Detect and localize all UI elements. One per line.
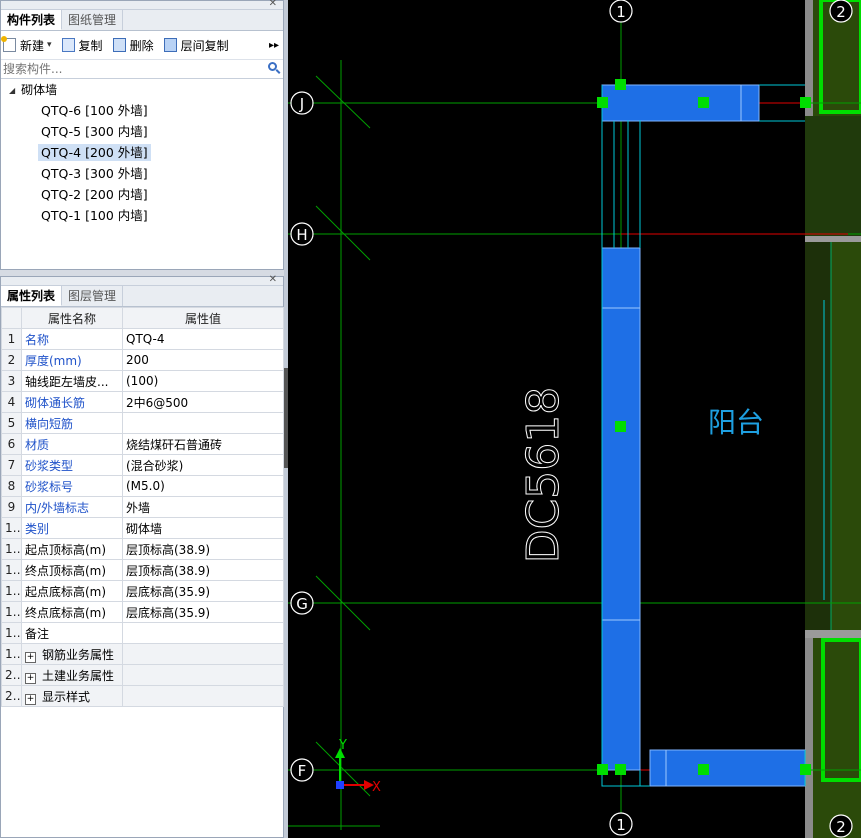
tree-item-qtq-3[interactable]: QTQ-3 [300 外墙] — [1, 163, 283, 184]
collapse-triangle-icon[interactable]: ◢ — [9, 81, 15, 100]
group-row-display-style[interactable]: 27 + 显示样式 — [1, 685, 284, 707]
tree-root-masonry-wall[interactable]: ◢ 砌体墙 — [1, 81, 283, 100]
property-value[interactable]: 烧结煤矸石普通砖 — [122, 433, 284, 455]
tree-item-qtq-4[interactable]: QTQ-4 [200 外墙] — [1, 142, 283, 163]
component-list-panel: ✕ 构件列表 图纸管理 新建 ▾ 复制 删除 层间复制 ▸▸ ◢ 砌体墙 — [0, 0, 284, 270]
room-label-balcony: 阳台 — [708, 406, 764, 439]
axis-label-1-bottom: 1 — [616, 816, 626, 834]
table-row[interactable]: 13 起点底标高(m) 层底标高(35.9) — [1, 580, 284, 602]
table-row[interactable]: 7 砂浆类型 (混合砂浆) — [1, 454, 284, 476]
axis-label-f: F — [298, 762, 307, 780]
new-icon — [1, 36, 16, 52]
property-value[interactable]: 外墙 — [122, 496, 284, 518]
floor-copy-icon — [163, 38, 177, 52]
toolbar-overflow-icon[interactable]: ▸▸ — [269, 40, 279, 51]
axis-label-g: G — [296, 595, 308, 613]
property-list-panel: ✕ 属性列表 图层管理 属性名称 属性值 1 名称 QTQ-4 2 厚度(mm) 200… — [0, 274, 284, 838]
copy-icon — [61, 38, 75, 52]
table-row[interactable]: 12 终点顶标高(m) 层顶标高(38.9) — [1, 559, 284, 581]
selected-wall-qtq-4[interactable] — [601, 84, 806, 787]
ucs-x-label: X — [372, 780, 381, 795]
tree-item-qtq-1[interactable]: QTQ-1 [100 内墙] — [1, 205, 283, 226]
tab-drawing-management[interactable]: 图纸管理 — [62, 10, 124, 30]
cad-svg: 1 1 J H G F 2 2 DC5618 阳台 Y X — [288, 0, 861, 838]
column-header-value: 属性值 — [122, 307, 284, 329]
property-value[interactable]: 层顶标高(38.9) — [122, 538, 284, 560]
property-value[interactable]: 200 — [122, 349, 284, 371]
ucs-y-label: Y — [338, 738, 347, 753]
component-panel-tabs: 构件列表 图纸管理 — [1, 10, 283, 31]
property-value[interactable]: 层底标高(35.9) — [122, 601, 284, 623]
close-icon[interactable]: ✕ — [269, 0, 277, 10]
property-value[interactable]: (100) — [122, 370, 284, 392]
tree-item-qtq-5[interactable]: QTQ-5 [300 内墙] — [1, 121, 283, 142]
close-icon[interactable]: ✕ — [269, 274, 277, 286]
tab-component-list[interactable]: 构件列表 — [1, 10, 63, 30]
property-value[interactable]: (M5.0) — [122, 475, 284, 497]
table-row[interactable]: 9 内/外墙标志 外墙 — [1, 496, 284, 518]
axis-label-h: H — [296, 226, 307, 244]
delete-icon — [112, 38, 126, 52]
cad-drawing-canvas[interactable]: 1 1 J H G F 2 2 DC5618 阳台 Y X — [288, 0, 861, 838]
delete-button[interactable]: 删除 — [112, 37, 154, 54]
axis-label-2-bottom: 2 — [836, 818, 846, 836]
component-toolbar: 新建 ▾ 复制 删除 层间复制 ▸▸ — [1, 31, 283, 60]
property-value[interactable]: 砌体墙 — [122, 517, 284, 539]
property-value[interactable]: 层顶标高(38.9) — [122, 559, 284, 581]
property-table: 属性名称 属性值 1 名称 QTQ-4 2 厚度(mm) 200 3 轴线距左墙皮...(… — [1, 307, 284, 707]
copy-button[interactable]: 复制 — [61, 37, 103, 54]
property-value[interactable] — [122, 412, 284, 434]
table-header-row: 属性名称 属性值 — [1, 307, 284, 329]
dropdown-arrow-icon[interactable]: ▾ — [47, 40, 52, 50]
table-row[interactable]: 15 备注 — [1, 622, 284, 644]
table-row[interactable]: 10 类别 砌体墙 — [1, 517, 284, 539]
table-row[interactable]: 3 轴线距左墙皮... (100) — [1, 370, 284, 392]
axis-grid — [288, 22, 861, 830]
axis-bubbles — [290, 0, 853, 838]
table-row[interactable]: 8 砂浆标号 (M5.0) — [1, 475, 284, 497]
tab-layer-management[interactable]: 图层管理 — [62, 286, 124, 306]
search-input[interactable] — [1, 60, 255, 77]
axis-label-1-top: 1 — [616, 3, 626, 21]
property-panel-tabs: 属性列表 图层管理 — [1, 286, 283, 307]
table-row[interactable]: 5 横向短筋 — [1, 412, 284, 434]
tree-item-qtq-6[interactable]: QTQ-6 [100 外墙] — [1, 100, 283, 121]
table-row[interactable]: 11 起点顶标高(m) 层顶标高(38.9) — [1, 538, 284, 560]
column-header-name: 属性名称 — [21, 307, 123, 329]
table-row[interactable]: 4 砌体通长筋 2中6@500 — [1, 391, 284, 413]
property-value[interactable]: QTQ-4 — [122, 328, 284, 350]
axis-label-2-top: 2 — [836, 3, 846, 21]
group-row-civil[interactable]: 22 + 土建业务属性 — [1, 664, 284, 686]
ucs-axis-icon: Y X — [335, 738, 381, 795]
expand-icon[interactable]: + — [25, 672, 36, 684]
floor-copy-button[interactable]: 层间复制 — [163, 37, 229, 54]
property-value[interactable]: (混合砂浆) — [122, 454, 284, 476]
table-row[interactable]: 2 厚度(mm) 200 — [1, 349, 284, 371]
component-tree: ◢ 砌体墙 QTQ-6 [100 外墙] QTQ-5 [300 内墙] QTQ-… — [1, 79, 283, 226]
table-row[interactable]: 6 材质 烧结煤矸石普通砖 — [1, 433, 284, 455]
window-label-dc5618: DC5618 — [518, 387, 569, 564]
tab-property-list[interactable]: 属性列表 — [1, 286, 63, 306]
property-value[interactable] — [122, 622, 284, 644]
tree-item-qtq-2[interactable]: QTQ-2 [200 内墙] — [1, 184, 283, 205]
table-row[interactable]: 14 终点底标高(m) 层底标高(35.9) — [1, 601, 284, 623]
property-value[interactable]: 层底标高(35.9) — [122, 580, 284, 602]
table-row[interactable]: 1 名称 QTQ-4 — [1, 328, 284, 350]
search-icon[interactable] — [268, 62, 277, 71]
expand-icon[interactable]: + — [25, 651, 36, 663]
axis-label-j: J — [299, 95, 304, 113]
new-button[interactable]: 新建 ▾ — [1, 36, 52, 54]
group-row-rebar[interactable]: 16 + 钢筋业务属性 — [1, 643, 284, 665]
expand-icon[interactable]: + — [25, 693, 36, 705]
property-value[interactable]: 2中6@500 — [122, 391, 284, 413]
component-search — [1, 60, 283, 79]
adjacent-building-block — [805, 0, 861, 838]
